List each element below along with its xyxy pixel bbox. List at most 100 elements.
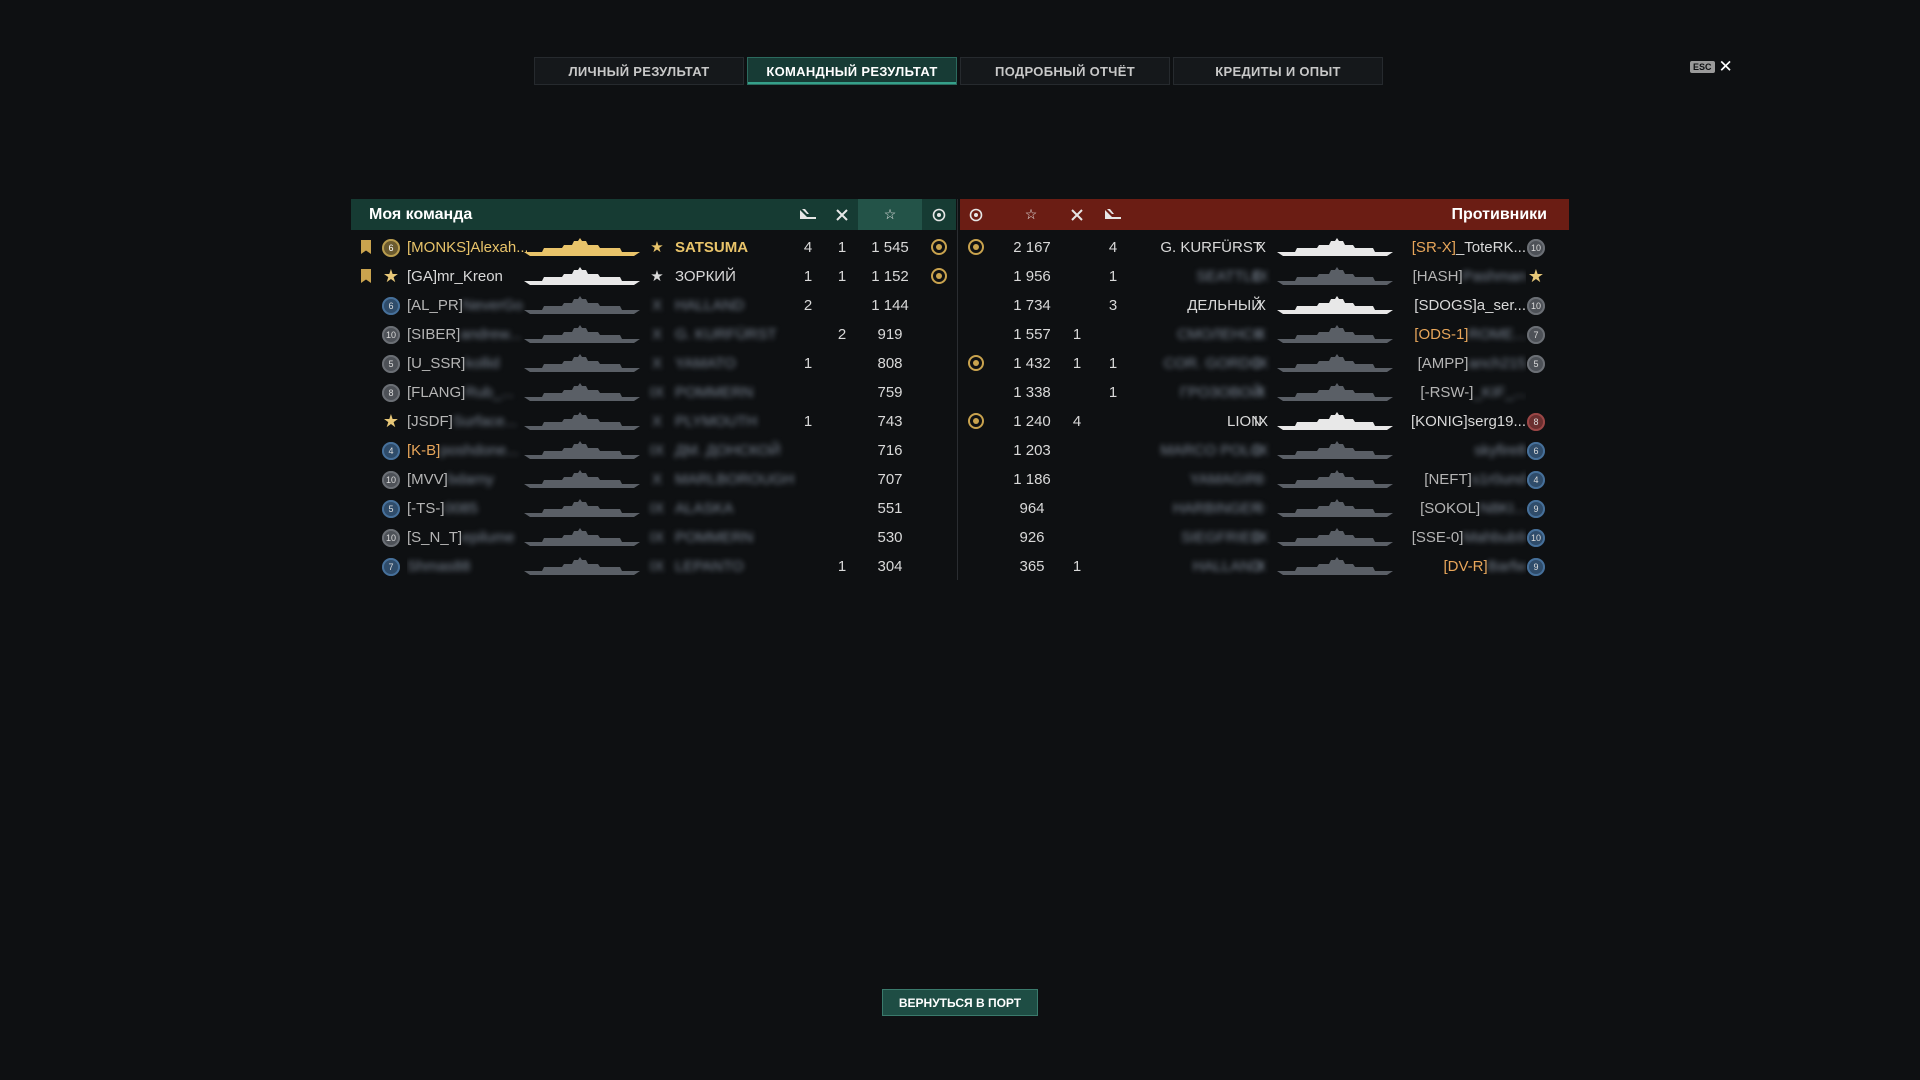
base-xp-star-icon[interactable]: ☆ bbox=[858, 199, 922, 230]
ship-tier: IX bbox=[649, 500, 665, 517]
level-badge-icon: 10 bbox=[382, 326, 400, 344]
player-name[interactable]: [SOKOL]N8KI... bbox=[1396, 494, 1526, 523]
ship-name[interactable]: MARLBOROUGH bbox=[675, 465, 795, 494]
enemy-team-row[interactable]: 964 HARBINGER ☆ [SOKOL]N8KI... 9 bbox=[960, 494, 1569, 523]
enemy-team-row[interactable]: 926 SIEGFRIED IX [SSE-0]Mahbub9 10 bbox=[960, 523, 1569, 552]
ship-name[interactable]: ДЕЛЬНЫЙ bbox=[1130, 291, 1262, 320]
capture-icon[interactable] bbox=[960, 199, 992, 230]
my-team-row[interactable]: ★ [JSDF]Surface... X PLYMOUTH 1 743 bbox=[351, 407, 956, 436]
tab-detailed-report[interactable]: ПОДРОБНЫЙ ОТЧЁТ bbox=[960, 57, 1170, 85]
player-name[interactable]: Shmas88 bbox=[407, 552, 527, 581]
player-name[interactable]: [NEFT]s1r0und bbox=[1396, 465, 1526, 494]
enemy-team-row[interactable]: 1 186 YAMAGIRI ☆ [NEFT]s1r0und 4 bbox=[960, 465, 1569, 494]
my-team-row[interactable]: 5 [U_SSR]kollid X YAMATO 1 808 bbox=[351, 349, 956, 378]
ship-name[interactable]: LION bbox=[1130, 407, 1262, 436]
planes-destroyed-icon[interactable] bbox=[1062, 199, 1092, 230]
player-name[interactable]: [MONKS]Alexah... bbox=[407, 233, 527, 262]
player-name[interactable]: [SDOGS]a_ser... bbox=[1396, 291, 1526, 320]
player-name[interactable]: [-TS-]0085 bbox=[407, 494, 527, 523]
division-icon bbox=[361, 269, 371, 283]
player-name[interactable]: [SR-X]_ToteRK... bbox=[1396, 233, 1526, 262]
my-team-row[interactable]: 4 [K-B]poshdone... IX ДМ. ДОНСКОЙ 716 bbox=[351, 436, 956, 465]
my-team-row[interactable]: 10 [S_N_T]epilume IX POMMERN 530 bbox=[351, 523, 956, 552]
player-name[interactable]: [GA]mr_Kreon bbox=[407, 262, 527, 291]
enemy-team-row[interactable]: 2 167 4 G. KURFÜRST X [SR-X]_ToteRK... 10 bbox=[960, 233, 1569, 262]
enemy-team-row[interactable]: 1 557 1 СМОЛЕНСК X [ODS-1]ROME... 7 bbox=[960, 320, 1569, 349]
ship-name[interactable]: COR. GORDO bbox=[1130, 349, 1262, 378]
ship-name[interactable]: PLYMOUTH bbox=[675, 407, 795, 436]
enemy-team-row[interactable]: 1 734 3 ДЕЛЬНЫЙ X [SDOGS]a_ser... 10 bbox=[960, 291, 1569, 320]
player-name[interactable]: [SIBER]andrew... bbox=[407, 320, 527, 349]
my-team-row[interactable]: ★ [GA]mr_Kreon ★ ЗОРКИЙ 1 1 1 152 bbox=[351, 262, 956, 291]
my-team-row[interactable]: 7 Shmas88 IX LEPANTO 1 304 bbox=[351, 552, 956, 581]
ship-name[interactable]: ДМ. ДОНСКОЙ bbox=[675, 436, 795, 465]
ship-name[interactable]: YAMATO bbox=[675, 349, 795, 378]
ship-sunk-icon[interactable] bbox=[1098, 199, 1128, 230]
ship-name[interactable]: HALLAND bbox=[1130, 552, 1262, 581]
ship-silhouette-icon bbox=[522, 237, 642, 257]
player-name[interactable]: skyfire8 bbox=[1396, 436, 1526, 465]
planes-destroyed-value bbox=[827, 436, 857, 465]
enemy-team-row[interactable]: 1 956 1 SEATTLE IX [HASH]Pashman ★ bbox=[960, 262, 1569, 291]
ship-silhouette-icon bbox=[1275, 556, 1395, 576]
enemy-team-row[interactable]: 1 203 MARCO POLO IX skyfire8 6 bbox=[960, 436, 1569, 465]
ship-name[interactable]: ALASKA bbox=[675, 494, 795, 523]
level-badge-icon: 10 bbox=[382, 529, 400, 547]
capture-icon[interactable] bbox=[924, 199, 954, 230]
ship-name[interactable]: POMMERN bbox=[675, 378, 795, 407]
enemy-team-row[interactable]: 1 240 4 LION IX [KONIG]serg19... 8 bbox=[960, 407, 1569, 436]
ship-tier: IX bbox=[649, 529, 665, 546]
ship-name[interactable]: SEATTLE bbox=[1130, 262, 1262, 291]
esc-key-icon: ESC bbox=[1690, 61, 1715, 73]
tab-team-result[interactable]: КОМАНДНЫЙ РЕЗУЛЬТАТ bbox=[747, 57, 957, 85]
ship-name[interactable]: YAMAGIRI bbox=[1130, 465, 1262, 494]
enemy-team-row[interactable]: 1 338 1 ГРОЗОВОЙ X [-RSW-]_KIF_... bbox=[960, 378, 1569, 407]
enemy-team-row[interactable]: 365 1 HALLAND X [DV-R]Barfw 9 bbox=[960, 552, 1569, 581]
player-name[interactable]: [ODS-1]ROME... bbox=[1396, 320, 1526, 349]
player-nickname: _ToteRK... bbox=[1455, 239, 1526, 256]
player-name[interactable]: [SSE-0]Mahbub9 bbox=[1396, 523, 1526, 552]
player-name[interactable]: [AMPP]anch215 bbox=[1396, 349, 1526, 378]
enemy-team-row[interactable]: 1 432 1 1 COR. GORDO IX [AMPP]anch215 5 bbox=[960, 349, 1569, 378]
player-name[interactable]: [K-B]poshdone... bbox=[407, 436, 527, 465]
my-team-row[interactable]: 10 [SIBER]andrew... X G. KURFÜRST 2 919 bbox=[351, 320, 956, 349]
player-name[interactable]: [JSDF]Surface... bbox=[407, 407, 527, 436]
player-name[interactable]: [S_N_T]epilume bbox=[407, 523, 527, 552]
base-xp-value: 365 bbox=[1019, 558, 1045, 575]
player-name[interactable]: [MVV]bdarny bbox=[407, 465, 527, 494]
player-name[interactable]: [KONIG]serg19... bbox=[1396, 407, 1526, 436]
planes-destroyed-icon[interactable] bbox=[827, 199, 857, 230]
ship-name[interactable]: MARCO POLO bbox=[1130, 436, 1262, 465]
player-name[interactable]: [DV-R]Barfw bbox=[1396, 552, 1526, 581]
ship-name[interactable]: POMMERN bbox=[675, 523, 795, 552]
ship-name[interactable]: G. KURFÜRST bbox=[675, 320, 795, 349]
player-name[interactable]: [-RSW-]_KIF_... bbox=[1396, 378, 1526, 407]
close-button[interactable]: ESC ✕ bbox=[1690, 58, 1733, 75]
my-team-row[interactable]: 8 [FLANG]Rub_... IX POMMERN 759 bbox=[351, 378, 956, 407]
ship-name[interactable]: HALLAND bbox=[675, 291, 795, 320]
tab-credits-xp[interactable]: КРЕДИТЫ И ОПЫТ bbox=[1173, 57, 1383, 85]
capture-medal-icon bbox=[968, 239, 984, 255]
ship-name[interactable]: ГРОЗОВОЙ bbox=[1130, 378, 1262, 407]
ship-name[interactable]: СМОЛЕНСК bbox=[1130, 320, 1262, 349]
ship-name[interactable]: HARBINGER bbox=[1130, 494, 1262, 523]
player-name[interactable]: [U_SSR]kollid bbox=[407, 349, 527, 378]
my-team-row[interactable]: 5 [-TS-]0085 IX ALASKA 551 bbox=[351, 494, 956, 523]
ship-tier: X bbox=[651, 471, 662, 488]
my-team-row[interactable]: 6 [AL_PR]NeverGo X HALLAND 2 1 144 bbox=[351, 291, 956, 320]
ship-name[interactable]: LEPANTO bbox=[675, 552, 795, 581]
ship-sunk-icon[interactable] bbox=[793, 199, 823, 230]
return-to-port-button[interactable]: ВЕРНУТЬСЯ В ПОРТ bbox=[882, 989, 1038, 1016]
my-team-row[interactable]: 6 [MONKS]Alexah... ★ SATSUMA 4 1 1 545 bbox=[351, 233, 956, 262]
ship-name[interactable]: SIEGFRIED bbox=[1130, 523, 1262, 552]
ship-name[interactable]: G. KURFÜRST bbox=[1130, 233, 1262, 262]
ship-name[interactable]: ЗОРКИЙ bbox=[675, 262, 795, 291]
player-name[interactable]: [FLANG]Rub_... bbox=[407, 378, 527, 407]
ship-tier: X bbox=[1255, 558, 1266, 575]
ship-name[interactable]: SATSUMA bbox=[675, 233, 795, 262]
tab-personal-result[interactable]: ЛИЧНЫЙ РЕЗУЛЬТАТ bbox=[534, 57, 744, 85]
base-xp-star-icon[interactable]: ☆ bbox=[1016, 199, 1046, 230]
player-name[interactable]: [AL_PR]NeverGo bbox=[407, 291, 527, 320]
player-name[interactable]: [HASH]Pashman bbox=[1396, 262, 1526, 291]
my-team-row[interactable]: 10 [MVV]bdarny X MARLBOROUGH 707 bbox=[351, 465, 956, 494]
